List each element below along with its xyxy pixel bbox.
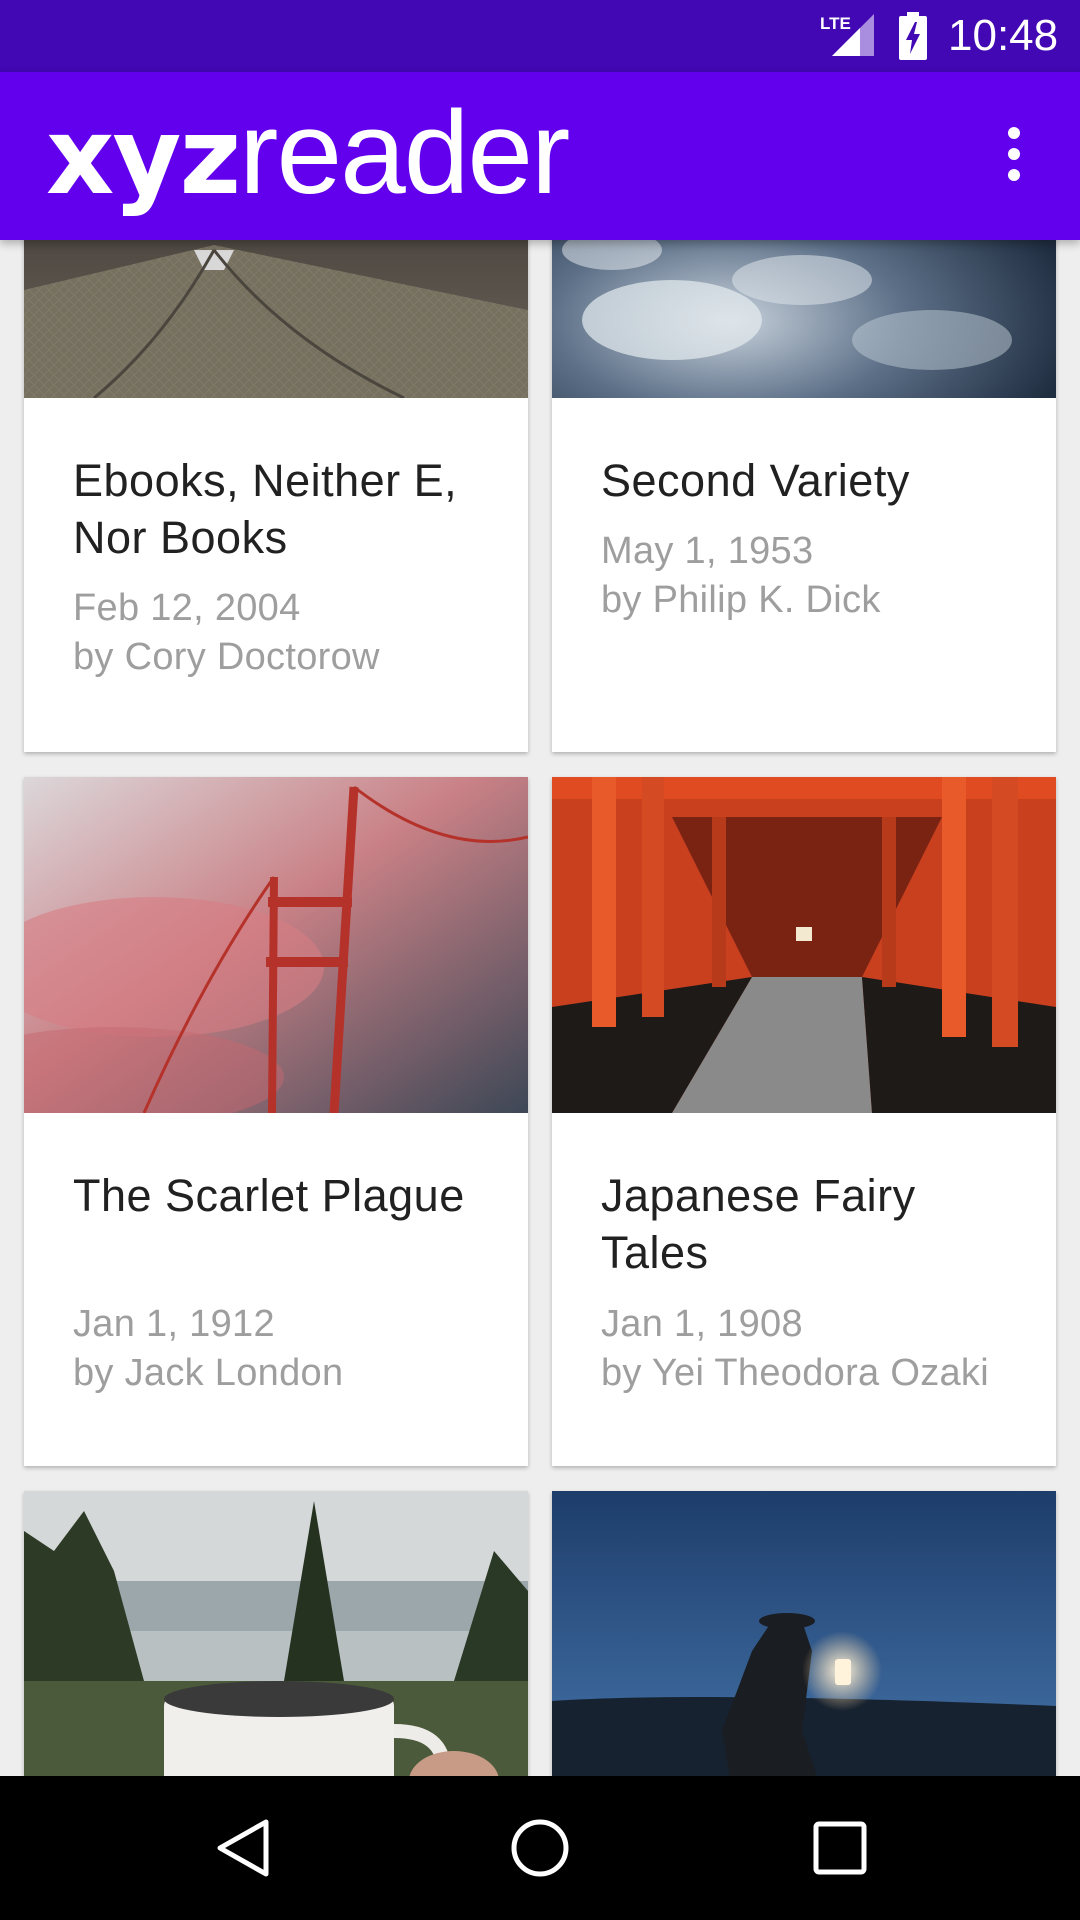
status-time: 10:48	[948, 11, 1059, 60]
lte-signal-icon: LTE	[820, 14, 874, 56]
article-title: Second Variety	[601, 455, 910, 506]
article-card[interactable]: Japanese Fairy Tales Jan 1, 1908 by Yei …	[552, 777, 1056, 1466]
article-date: Feb 12, 2004	[73, 587, 301, 629]
golden-gate-fog-photo	[24, 777, 528, 1113]
card-body: Japanese Fairy Tales Jan 1, 1908 by Yei …	[552, 1113, 1056, 1466]
article-title: Japanese Fairy Tales	[601, 1170, 916, 1278]
home-icon[interactable]	[504, 1812, 576, 1884]
logo-bold-text: xyz	[46, 95, 241, 218]
svg-text:LTE: LTE	[820, 14, 851, 33]
article-card[interactable]	[24, 1491, 528, 1776]
overflow-menu-icon[interactable]	[978, 118, 1050, 190]
article-title: The Scarlet Plague	[73, 1170, 465, 1221]
article-card[interactable]: Second Variety May 1, 1953 by Philip K. …	[552, 240, 1056, 752]
article-card[interactable]: Ebooks, Neither E, Nor Books Feb 12, 200…	[24, 240, 528, 752]
article-author: by Jack London	[73, 1352, 344, 1394]
back-icon[interactable]	[206, 1812, 278, 1884]
building-interior-photo	[24, 240, 528, 398]
status-bar: LTE 10:48	[0, 0, 1080, 72]
app-bar: xyzreader	[0, 72, 1080, 240]
app-logo: xyzreader	[46, 87, 570, 222]
recents-icon[interactable]	[804, 1812, 876, 1884]
logo-light-text: reader	[239, 87, 570, 219]
article-date: May 1, 1953	[601, 530, 814, 572]
article-date: Jan 1, 1912	[73, 1303, 275, 1345]
lake-mug-photo	[24, 1491, 528, 1776]
article-card[interactable]: The Scarlet Plague Jan 1, 1912 by Jack L…	[24, 777, 528, 1466]
article-list[interactable]: Ebooks, Neither E, Nor Books Feb 12, 200…	[0, 240, 1080, 1776]
card-body: Second Variety May 1, 1953 by Philip K. …	[552, 398, 1056, 752]
lantern-night-photo	[552, 1491, 1056, 1776]
menu-dot	[1008, 169, 1020, 181]
article-author: by Philip K. Dick	[601, 579, 881, 621]
menu-dot	[1008, 148, 1020, 160]
article-author: by Yei Theodora Ozaki	[601, 1352, 989, 1394]
article-author: by Cory Doctorow	[73, 636, 380, 678]
torii-gates-photo	[552, 777, 1056, 1113]
card-body: The Scarlet Plague Jan 1, 1912 by Jack L…	[24, 1113, 528, 1466]
card-body: Ebooks, Neither E, Nor Books Feb 12, 200…	[24, 398, 528, 752]
article-date: Jan 1, 1908	[601, 1303, 803, 1345]
menu-dot	[1008, 127, 1020, 139]
article-card[interactable]	[552, 1491, 1056, 1776]
earth-clouds-photo	[552, 240, 1056, 398]
article-title: Ebooks, Neither E, Nor Books	[73, 455, 458, 563]
navigation-bar	[0, 1776, 1080, 1920]
battery-charging-icon	[899, 12, 927, 60]
